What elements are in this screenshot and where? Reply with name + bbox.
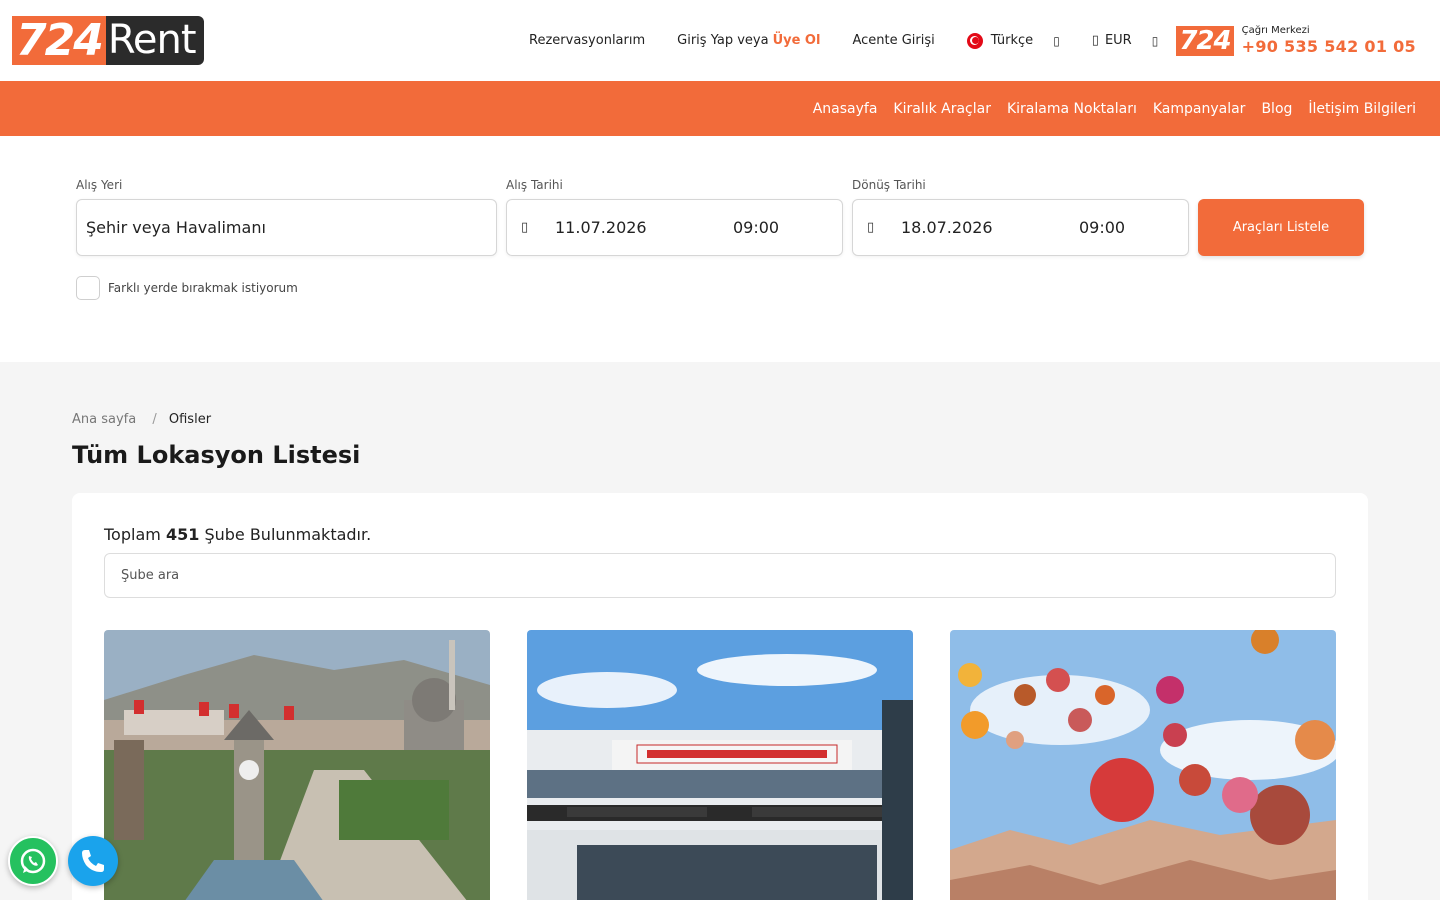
whatsapp-button[interactable]	[8, 836, 58, 886]
call-center-phone: +90 535 542 01 05	[1241, 36, 1416, 56]
top-nav: Rezervasyonlarım Giriş Yap veya Üye Ol A…	[529, 25, 1416, 57]
call-center-logo: 724	[1176, 25, 1234, 56]
return-date-label: Dönüş Tarihi	[852, 178, 926, 192]
pickup-location-field: Alış Yeri Şehir veya Havalimanı	[76, 178, 497, 256]
breadcrumb-current: Ofisler	[168, 412, 212, 427]
language-selector[interactable]: Türkçe ▯	[966, 32, 1060, 49]
logo-word: Rent	[105, 16, 204, 65]
breadcrumb: Ana sayfa / Ofisler	[72, 412, 1368, 427]
pickup-date-input[interactable]: ▯ 11.07.2026 09:00	[506, 199, 843, 256]
branch-total-prefix: Toplam	[104, 525, 161, 544]
currency-selector[interactable]: ▯ EUR ▯	[1092, 33, 1159, 48]
top-header: 724 Rent Rezervasyonlarım Giriş Yap veya…	[0, 0, 1440, 81]
return-time-value[interactable]: 09:00	[1079, 218, 1125, 237]
turkey-flag-icon	[966, 32, 983, 49]
chevron-down-icon: ▯	[1151, 33, 1159, 48]
call-center-label: Çağrı Merkezi	[1241, 24, 1310, 36]
search-form: Alış Yeri Şehir veya Havalimanı Alış Tar…	[0, 136, 1440, 362]
whatsapp-icon	[20, 848, 46, 874]
pickup-location-value: Şehir veya Havalimanı	[86, 218, 266, 237]
phone-button[interactable]	[68, 836, 118, 886]
register-label: Üye Ol	[772, 33, 821, 48]
branch-total-suffix: Şube Bulunmaktadır.	[204, 525, 372, 544]
list-cars-button[interactable]: Araçları Listele	[1198, 199, 1364, 256]
breadcrumb-separator: /	[152, 412, 157, 427]
calendar-icon: ▯	[521, 220, 529, 235]
search-fields: Alış Yeri Şehir veya Havalimanı Alış Tar…	[76, 178, 1364, 256]
wallet-icon: ▯	[1091, 33, 1099, 48]
logo[interactable]: 724 Rent	[12, 16, 204, 65]
login-register-link[interactable]: Giriş Yap veya Üye Ol	[677, 33, 820, 48]
city-square-image	[104, 630, 490, 900]
branch-total: Toplam 451 Şube Bulunmaktadır.	[104, 525, 1336, 544]
return-date-input[interactable]: ▯ 18.07.2026 09:00	[852, 199, 1189, 256]
nav-campaigns[interactable]: Kampanyalar	[1153, 101, 1246, 117]
different-return-checkbox[interactable]	[76, 276, 100, 300]
main-nav: Anasayfa Kiralık Araçlar Kiralama Noktal…	[0, 81, 1440, 136]
location-card-image[interactable]	[527, 630, 913, 900]
location-grid	[104, 630, 1336, 900]
phone-icon	[82, 850, 104, 872]
return-date-value: 18.07.2026	[901, 218, 993, 237]
branch-search-placeholder: Şube ara	[121, 568, 180, 583]
reservations-link[interactable]: Rezervasyonlarım	[529, 33, 645, 48]
pickup-location-label: Alış Yeri	[76, 178, 123, 192]
login-label: Giriş Yap veya	[677, 33, 769, 48]
pickup-time-value[interactable]: 09:00	[733, 218, 779, 237]
nav-home[interactable]: Anasayfa	[813, 101, 878, 117]
different-return-option[interactable]: Farklı yerde bırakmak istiyorum	[76, 276, 1364, 300]
call-center-text: Çağrı Merkezi +90 535 542 01 05	[1242, 25, 1416, 57]
nav-blog[interactable]: Blog	[1261, 101, 1292, 117]
nav-rental-cars[interactable]: Kiralık Araçlar	[893, 101, 991, 117]
nav-contact[interactable]: İletişim Bilgileri	[1308, 101, 1416, 117]
nav-rental-points[interactable]: Kiralama Noktaları	[1007, 101, 1137, 117]
pickup-location-input[interactable]: Şehir veya Havalimanı	[76, 199, 497, 256]
pickup-date-label: Alış Tarihi	[506, 178, 563, 192]
call-center[interactable]: 724 Çağrı Merkezi +90 535 542 01 05	[1176, 25, 1416, 57]
currency-label: EUR	[1104, 33, 1132, 48]
breadcrumb-home[interactable]: Ana sayfa	[72, 412, 136, 427]
pickup-date-value: 11.07.2026	[555, 218, 647, 237]
branch-total-count: 451	[165, 525, 200, 544]
calendar-icon: ▯	[867, 220, 875, 235]
location-list-card: Toplam 451 Şube Bulunmaktadır. Şube ara	[72, 493, 1368, 900]
reservations-label: Rezervasyonlarım	[529, 33, 646, 48]
page-title: Tüm Lokasyon Listesi	[72, 441, 361, 469]
language-label: Türkçe	[990, 33, 1034, 48]
branch-search-input[interactable]: Şube ara	[104, 553, 1336, 598]
content-area: Ana sayfa / Ofisler Tüm Lokasyon Listesi…	[0, 362, 1440, 900]
hot-air-balloons-image	[950, 630, 1336, 900]
agency-login-link[interactable]: Acente Girişi	[852, 33, 934, 48]
airport-terminal-image	[527, 630, 913, 900]
location-card-image[interactable]	[104, 630, 490, 900]
location-card-image[interactable]	[950, 630, 1336, 900]
pickup-date-field: Alış Tarihi ▯ 11.07.2026 09:00	[506, 178, 843, 256]
different-return-label: Farklı yerde bırakmak istiyorum	[108, 281, 298, 295]
logo-number: 724	[12, 16, 106, 65]
agency-label: Acente Girişi	[852, 33, 935, 48]
chevron-down-icon: ▯	[1053, 33, 1060, 48]
return-date-field: Dönüş Tarihi ▯ 18.07.2026 09:00	[852, 178, 1189, 256]
